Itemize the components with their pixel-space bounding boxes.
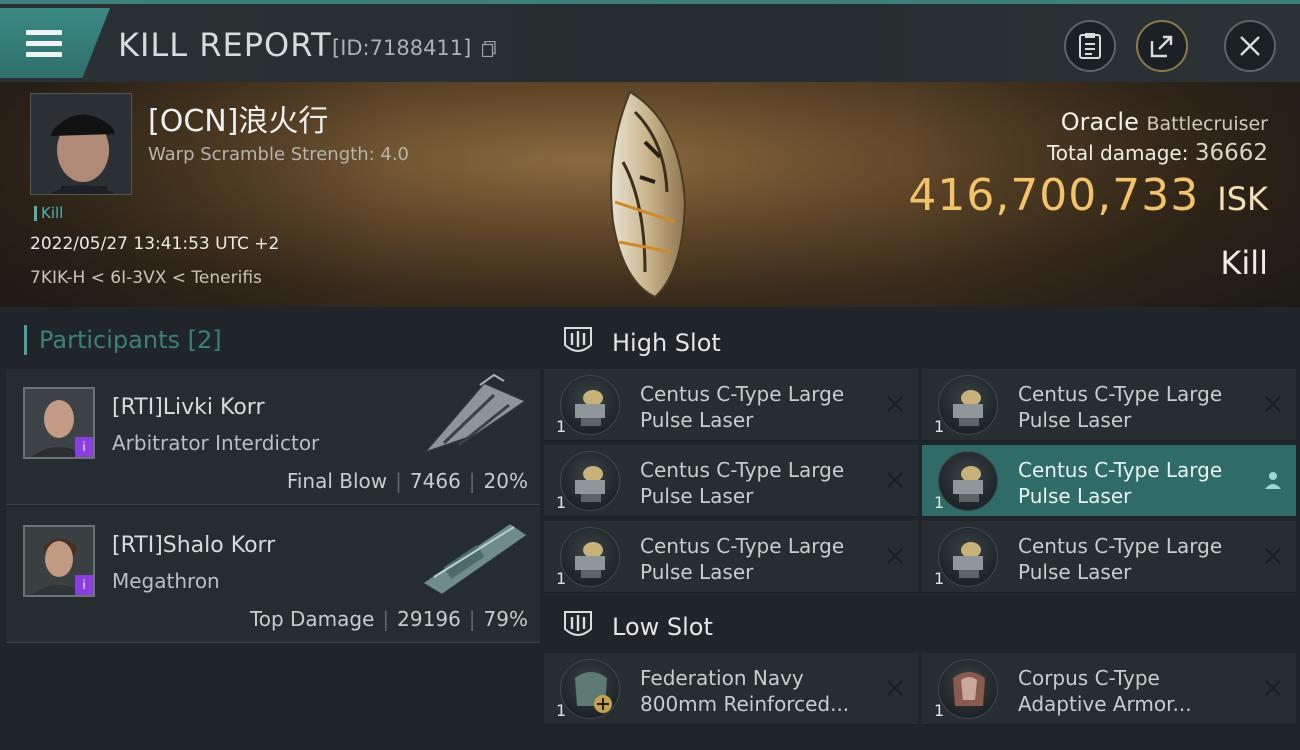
victim-ship-image[interactable] xyxy=(585,82,715,307)
remove-icon xyxy=(887,548,903,564)
module-image xyxy=(938,527,998,587)
module-name: Centus C-Type Large Pulse Laser xyxy=(640,534,845,584)
participants-panel: Participants [2] i [RTI]Livki Korr Arbit… xyxy=(0,307,540,750)
copy-icon[interactable] xyxy=(482,41,496,57)
remove-icon xyxy=(887,680,903,696)
clipboard-button[interactable] xyxy=(1064,20,1116,72)
total-damage: Total damage: 36662 xyxy=(1046,140,1268,166)
participant-ship-image xyxy=(420,521,530,597)
module-quantity: 1 xyxy=(934,569,945,588)
module-name: Federation Navy 800mm Reinforced... xyxy=(640,666,850,716)
module-quantity: 1 xyxy=(556,569,567,588)
module-name: Centus C-Type Large Pulse Laser xyxy=(1018,534,1223,584)
victim-portrait[interactable] xyxy=(30,93,132,195)
module-item[interactable]: 1 Centus C-Type Large Pulse Laser xyxy=(544,445,918,517)
module-item[interactable]: 1 Centus C-Type Large Pulse Laser xyxy=(544,369,918,441)
remove-icon xyxy=(887,472,903,488)
participants-header: Participants [2] xyxy=(24,325,222,355)
slot-icon xyxy=(564,327,592,352)
participant-row[interactable]: i [RTI]Livki Korr Arbitrator Interdictor… xyxy=(6,369,540,505)
kill-timestamp: 2022/05/27 13:41:53 UTC +2 xyxy=(30,234,280,254)
module-image xyxy=(560,375,620,435)
report-id: [ID:7188411] xyxy=(332,36,472,60)
module-quantity: 1 xyxy=(934,701,945,720)
kill-summary-banner: [OCN]浪火行 Warp Scramble Strength: 4.0 Kil… xyxy=(0,82,1300,307)
victim-name[interactable]: [OCN]浪火行 xyxy=(148,96,328,140)
kill-result: Kill xyxy=(1220,244,1268,282)
module-name: Centus C-Type Large Pulse Laser xyxy=(640,382,845,432)
module-item[interactable]: 1 Corpus C-Type Adaptive Armor... xyxy=(922,653,1296,725)
slot-icon xyxy=(564,611,592,636)
avatar[interactable]: i xyxy=(23,387,95,459)
menu-icon xyxy=(26,30,62,58)
ship-name[interactable]: Oracle Battlecruiser xyxy=(1061,108,1268,136)
participant-ship[interactable]: Megathron xyxy=(112,569,220,593)
module-item-selected[interactable]: 1 Centus C-Type Large Pulse Laser xyxy=(922,445,1296,517)
module-name: Corpus C-Type Adaptive Armor... xyxy=(1018,666,1192,716)
participant-stats: Final Blow | 7466 | 20% xyxy=(286,469,528,493)
isk-value: 416,700,733 ISK xyxy=(908,170,1268,221)
remove-icon xyxy=(1265,548,1281,564)
slot-title: High Slot xyxy=(612,329,721,357)
victim-warp-scramble: Warp Scramble Strength: 4.0 xyxy=(148,144,410,165)
top-bar: KILL REPORT [ID:7188411] xyxy=(0,0,1300,82)
share-button[interactable] xyxy=(1136,20,1188,72)
module-item[interactable]: 1 Centus C-Type Large Pulse Laser xyxy=(922,369,1296,441)
kill-location[interactable]: 7KIK-H < 6I-3VX < Tenerifis xyxy=(30,268,262,288)
module-image xyxy=(560,527,620,587)
high-slot-header: High Slot xyxy=(540,311,1300,371)
clipboard-icon xyxy=(1079,33,1101,59)
module-name: Centus C-Type Large Pulse Laser xyxy=(1018,382,1223,432)
module-image xyxy=(560,659,620,719)
participant-stats: Top Damage | 29196 | 79% xyxy=(249,607,528,631)
close-button[interactable] xyxy=(1224,20,1276,72)
avatar[interactable]: i xyxy=(23,525,95,597)
page-title: KILL REPORT xyxy=(118,26,332,64)
slot-title: Low Slot xyxy=(612,613,713,641)
module-image xyxy=(938,375,998,435)
share-icon xyxy=(1150,35,1173,58)
remove-icon xyxy=(887,396,903,412)
menu-button[interactable] xyxy=(0,8,110,78)
low-slot-header: Low Slot xyxy=(540,595,1300,655)
module-image xyxy=(938,659,998,719)
kill-tag: Kill xyxy=(34,206,63,221)
remove-icon xyxy=(1265,680,1281,696)
remove-icon xyxy=(1265,396,1281,412)
module-item[interactable]: 1 Federation Navy 800mm Reinforced... xyxy=(544,653,918,725)
close-icon xyxy=(1240,36,1260,56)
module-image xyxy=(560,451,620,511)
module-name: Centus C-Type Large Pulse Laser xyxy=(1018,458,1223,508)
participant-name[interactable]: [RTI]Shalo Korr xyxy=(112,533,275,558)
pilot-badge: i xyxy=(75,575,93,595)
module-item[interactable]: 1 Centus C-Type Large Pulse Laser xyxy=(544,521,918,593)
module-item[interactable]: 1 Centus C-Type Large Pulse Laser xyxy=(922,521,1296,593)
participant-ship-image xyxy=(420,373,529,456)
fitting-panel: High Slot 1 Centus C-Type Large Pulse Las… xyxy=(540,307,1300,750)
participant-ship[interactable]: Arbitrator Interdictor xyxy=(112,431,319,455)
module-quantity: 1 xyxy=(934,417,945,436)
participant-row[interactable]: i [RTI]Shalo Korr Megathron Top Damage | 2… xyxy=(6,507,540,643)
module-name: Centus C-Type Large Pulse Laser xyxy=(640,458,845,508)
pilot-badge: i xyxy=(75,437,93,457)
pilot-icon[interactable] xyxy=(1264,471,1282,489)
module-image xyxy=(938,451,998,511)
module-quantity: 1 xyxy=(556,417,567,436)
participant-name[interactable]: [RTI]Livki Korr xyxy=(112,395,265,420)
module-quantity: 1 xyxy=(556,701,567,720)
module-quantity: 1 xyxy=(934,493,945,512)
module-quantity: 1 xyxy=(556,493,567,512)
